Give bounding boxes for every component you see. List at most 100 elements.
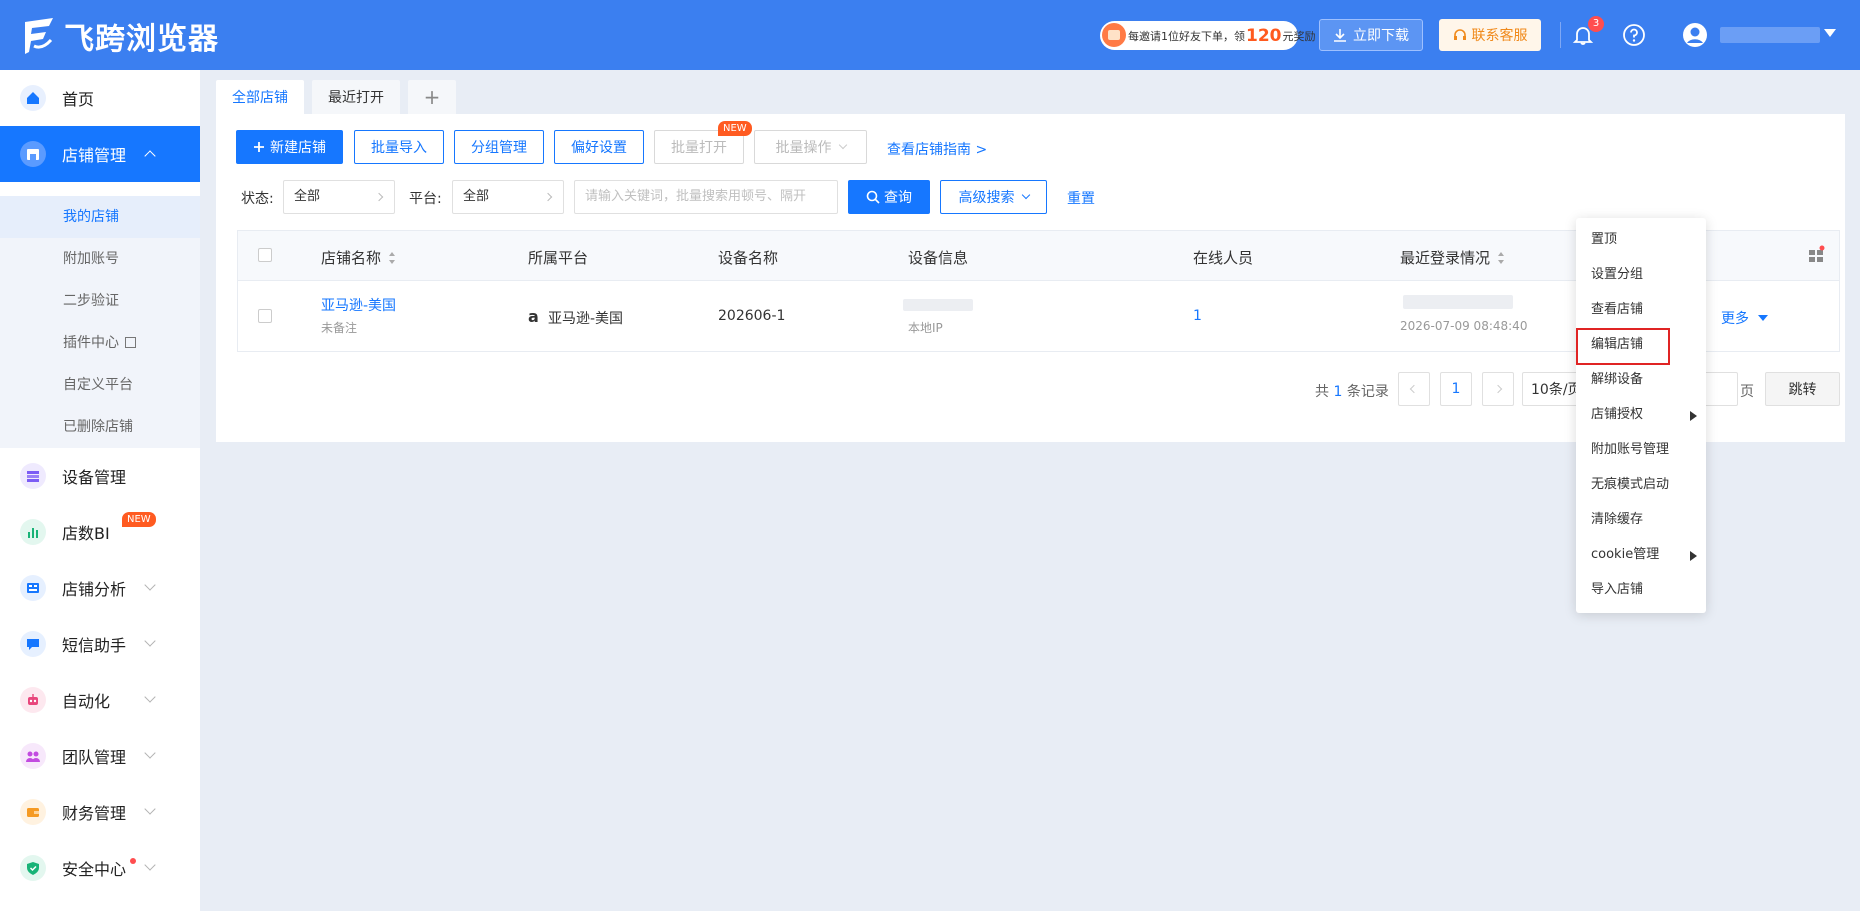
reset-link[interactable]: 重置 bbox=[1067, 188, 1095, 208]
app-name: 飞跨浏览器 bbox=[64, 22, 219, 57]
group-manage-button[interactable]: 分组管理 bbox=[454, 130, 544, 164]
new-store-label: 新建店铺 bbox=[270, 140, 326, 156]
plus-icon bbox=[254, 142, 264, 152]
headset-icon bbox=[1453, 29, 1466, 40]
robot-icon bbox=[20, 687, 46, 713]
shield-icon bbox=[20, 855, 46, 881]
sidebar-subitem-plugin-center[interactable]: 插件中心 bbox=[0, 322, 200, 364]
pagination-total-prefix: 共 bbox=[1315, 384, 1329, 400]
menu-item-store-authorization[interactable]: 店铺授权 bbox=[1576, 398, 1706, 432]
store-name-link[interactable]: 亚马逊-美国 bbox=[321, 295, 396, 315]
chevron-right-icon bbox=[374, 192, 384, 202]
username-redacted[interactable] bbox=[1720, 27, 1820, 43]
chevron-down-icon bbox=[1021, 190, 1030, 200]
sidebar-item-home[interactable]: 首页 bbox=[0, 70, 200, 126]
menu-item-unbind-device[interactable]: 解绑设备 bbox=[1576, 363, 1706, 397]
menu-item-import-store[interactable]: 导入店铺 bbox=[1576, 573, 1706, 607]
chevron-right-icon bbox=[543, 192, 553, 202]
sidebar-item-store-bi[interactable]: 店数BI NEW bbox=[0, 504, 200, 560]
column-header-store-name[interactable]: 店铺名称 bbox=[321, 247, 396, 268]
sidebar: 首页 店铺管理 我的店铺 附加账号 二步验证 插件中心 自定义平台 已删除店铺 … bbox=[0, 70, 200, 911]
chevron-up-icon bbox=[144, 150, 156, 162]
sort-icon[interactable] bbox=[389, 252, 396, 264]
chevron-down-icon bbox=[144, 747, 156, 759]
sidebar-item-store-analysis[interactable]: 店铺分析 bbox=[0, 560, 200, 616]
jump-button[interactable]: 跳转 bbox=[1765, 372, 1840, 406]
new-store-button[interactable]: 新建店铺 bbox=[236, 130, 343, 164]
app-logo[interactable]: 飞跨浏览器 bbox=[22, 14, 219, 58]
menu-item-set-group[interactable]: 设置分组 bbox=[1576, 258, 1706, 292]
tab-recent[interactable]: 最近打开 bbox=[312, 80, 400, 114]
sidebar-item-label: 首页 bbox=[62, 90, 95, 109]
menu-item-view-store[interactable]: 查看店铺 bbox=[1576, 293, 1706, 327]
sidebar-item-sms-assistant[interactable]: 短信助手 bbox=[0, 616, 200, 672]
sort-icon[interactable] bbox=[1498, 252, 1505, 264]
column-header-last-login[interactable]: 最近登录情况 bbox=[1400, 247, 1505, 268]
sidebar-subitem-deleted-stores[interactable]: 已删除店铺 bbox=[0, 406, 200, 448]
menu-item-extra-account-management[interactable]: 附加账号管理 bbox=[1576, 433, 1706, 467]
next-page-button[interactable] bbox=[1482, 372, 1514, 406]
sidebar-subitem-custom-platform[interactable]: 自定义平台 bbox=[0, 364, 200, 406]
column-header-device-info: 设备信息 bbox=[908, 249, 969, 267]
alert-dot bbox=[130, 858, 136, 864]
download-icon bbox=[1334, 29, 1346, 42]
help-icon[interactable] bbox=[1622, 23, 1646, 47]
chevron-down-icon bbox=[144, 635, 156, 647]
menu-item-pin-top[interactable]: 置顶 bbox=[1576, 223, 1706, 257]
select-all-checkbox[interactable] bbox=[258, 248, 272, 262]
device-ip-redacted bbox=[903, 299, 973, 311]
sidebar-item-device-management[interactable]: 设备管理 bbox=[0, 448, 200, 504]
sidebar-item-label: 店数BI bbox=[62, 524, 110, 543]
advanced-search-button[interactable]: 高级搜索 bbox=[940, 180, 1047, 214]
batch-ops-dropdown[interactable]: 批量操作 bbox=[754, 130, 867, 164]
sidebar-item-team-management[interactable]: 团队管理 bbox=[0, 728, 200, 784]
store-guide-link[interactable]: 查看店铺指南 > bbox=[887, 139, 987, 159]
page-unit-label: 页 bbox=[1740, 384, 1754, 400]
query-button[interactable]: 查询 bbox=[848, 180, 930, 214]
logo-icon bbox=[25, 18, 53, 54]
sidebar-subitem-my-stores[interactable]: 我的店铺 bbox=[0, 196, 200, 238]
new-badge: NEW bbox=[122, 512, 156, 527]
keyword-search-input[interactable]: 请输入关键词，批量搜索用顿号、隔开 bbox=[574, 180, 838, 214]
platform-name: 亚马逊-美国 bbox=[548, 311, 624, 327]
chevron-left-icon bbox=[1409, 384, 1419, 394]
online-users-count[interactable]: 1 bbox=[1193, 308, 1202, 324]
user-avatar-icon[interactable] bbox=[1682, 22, 1708, 48]
sidebar-item-finance-management[interactable]: 财务管理 bbox=[0, 784, 200, 840]
top-bar: 飞跨浏览器 每邀请1位好友下单，领 120 元奖励 立即下载 联系客服 3 bbox=[0, 0, 1860, 70]
jump-page-input[interactable] bbox=[1702, 372, 1738, 406]
analysis-icon bbox=[20, 575, 46, 601]
platform-select[interactable]: 全部 bbox=[452, 180, 564, 214]
store-icon bbox=[20, 141, 46, 167]
add-tab-button[interactable]: + bbox=[408, 80, 456, 114]
row-checkbox[interactable] bbox=[258, 309, 272, 323]
menu-item-incognito-launch[interactable]: 无痕模式启动 bbox=[1576, 468, 1706, 502]
menu-item-cookie-management[interactable]: cookie管理 bbox=[1576, 538, 1706, 572]
batch-import-button[interactable]: 批量导入 bbox=[354, 130, 444, 164]
more-actions-button[interactable]: 更多 bbox=[1721, 308, 1769, 328]
prev-page-button[interactable] bbox=[1398, 372, 1430, 406]
pagination-total-suffix: 条记录 bbox=[1346, 384, 1389, 400]
sidebar-subitem-extra-accounts[interactable]: 附加账号 bbox=[0, 238, 200, 280]
sidebar-subitem-2fa[interactable]: 二步验证 bbox=[0, 280, 200, 322]
invite-promo-banner[interactable]: 每邀请1位好友下单，领 120 元奖励 bbox=[1100, 21, 1316, 50]
promo-amount: 120 bbox=[1246, 25, 1282, 46]
chevron-down-icon bbox=[144, 579, 156, 591]
sidebar-item-label: 团队管理 bbox=[62, 748, 127, 767]
column-settings-icon[interactable] bbox=[1807, 245, 1825, 263]
preferences-button[interactable]: 偏好设置 bbox=[554, 130, 644, 164]
status-select[interactable]: 全部 bbox=[283, 180, 395, 214]
download-button[interactable]: 立即下载 bbox=[1319, 19, 1423, 51]
chevron-right-icon bbox=[1493, 384, 1503, 394]
chevron-down-icon bbox=[144, 859, 156, 871]
menu-item-clear-cache[interactable]: 清除缓存 bbox=[1576, 503, 1706, 537]
sidebar-item-store-management[interactable]: 店铺管理 bbox=[0, 126, 200, 182]
tab-all-stores[interactable]: 全部店铺 bbox=[216, 80, 304, 114]
user-menu-caret-icon[interactable] bbox=[1824, 29, 1836, 37]
header-divider bbox=[1560, 22, 1561, 48]
column-header-platform: 所属平台 bbox=[528, 249, 589, 267]
page-number-button[interactable]: 1 bbox=[1440, 372, 1472, 406]
sidebar-item-security-center[interactable]: 安全中心 bbox=[0, 840, 200, 896]
contact-service-button[interactable]: 联系客服 bbox=[1439, 19, 1541, 51]
sidebar-item-automation[interactable]: 自动化 bbox=[0, 672, 200, 728]
